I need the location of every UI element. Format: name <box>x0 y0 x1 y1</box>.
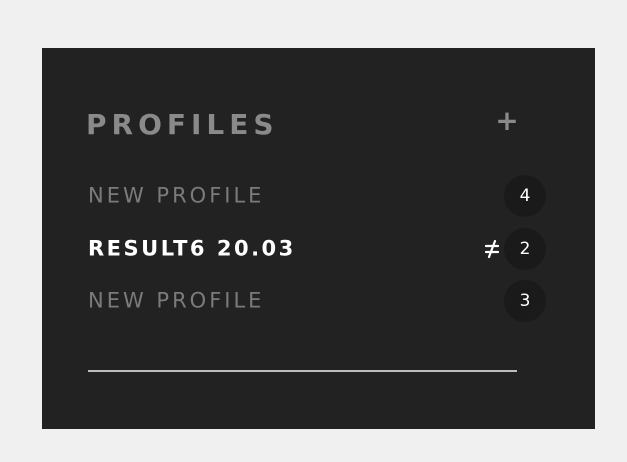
count-badge: 2 <box>504 228 546 270</box>
profile-item[interactable]: NEW PROFILE 4 <box>88 174 546 218</box>
count-badge: 4 <box>504 175 546 217</box>
profile-item[interactable]: NEW PROFILE 3 <box>88 279 546 323</box>
panel-title: PROFILES <box>86 108 279 141</box>
profile-name: NEW PROFILE <box>88 288 265 313</box>
profile-name: RESULT6 20.03 <box>88 236 296 261</box>
plus-icon: + <box>495 104 519 137</box>
profile-item-active[interactable]: RESULT6 20.03 2 <box>88 227 546 271</box>
add-profile-button[interactable]: + <box>492 106 522 136</box>
not-equal-icon <box>484 239 500 259</box>
profiles-panel: PROFILES + NEW PROFILE 4 RESULT6 20.03 2… <box>42 48 595 429</box>
profile-name: NEW PROFILE <box>88 183 265 208</box>
count-badge: 3 <box>504 280 546 322</box>
divider <box>88 370 517 372</box>
